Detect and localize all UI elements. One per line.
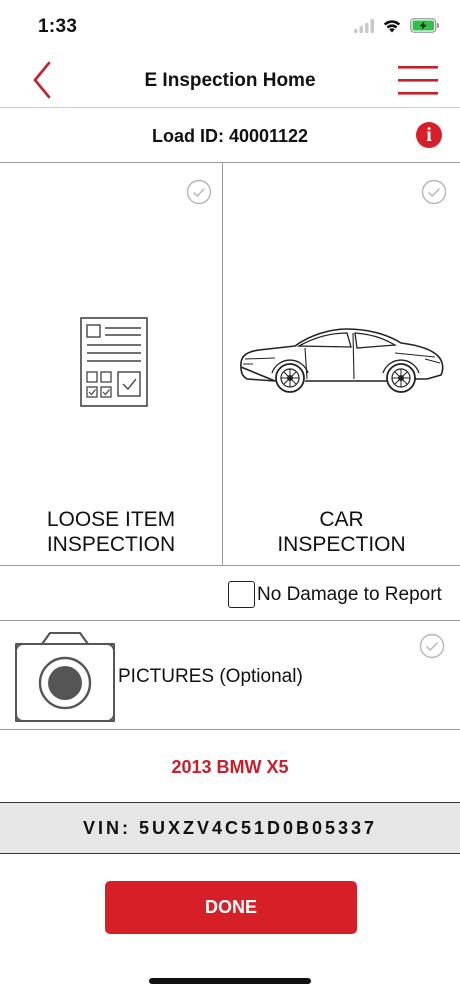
vehicle-row: 2013 BMW X5 xyxy=(0,730,460,802)
home-indicator[interactable] xyxy=(149,978,311,984)
check-circle-icon xyxy=(186,179,212,210)
status-icons xyxy=(354,18,440,33)
sedan-car-icon xyxy=(235,323,449,400)
done-button[interactable]: DONE xyxy=(105,881,357,934)
battery-charging-icon xyxy=(410,18,440,33)
tile-label-line1: LOOSE ITEM xyxy=(46,508,176,531)
status-bar: 1:33 xyxy=(0,0,460,56)
menu-button[interactable] xyxy=(396,62,442,100)
loose-item-inspection-tile[interactable]: LOOSE ITEM INSPECTION xyxy=(0,163,223,566)
no-damage-checkbox[interactable] xyxy=(228,581,255,608)
car-inspection-label: CAR INSPECTION xyxy=(223,507,460,557)
wifi-icon xyxy=(382,18,402,33)
nav-bar: E Inspection Home xyxy=(0,56,460,108)
status-time: 1:33 xyxy=(38,16,78,37)
check-circle-icon xyxy=(419,633,445,664)
tile-label-line1: CAR xyxy=(319,508,364,531)
load-id-row: Load ID: 40001122 i xyxy=(0,108,460,163)
pictures-label: PICTURES (Optional) xyxy=(118,666,303,687)
inspection-tiles: LOOSE ITEM INSPECTION CAR INSPECTION xyxy=(0,163,460,566)
vin-label: VIN: 5UXZV4C51D0B05337 xyxy=(82,818,378,838)
signal-icon xyxy=(354,18,374,33)
vehicle-name: 2013 BMW X5 xyxy=(171,757,289,777)
no-damage-label[interactable]: No Damage to Report xyxy=(257,584,442,606)
no-damage-row: No Damage to Report xyxy=(0,566,460,621)
loose-item-inspection-label: LOOSE ITEM INSPECTION xyxy=(0,507,222,557)
hamburger-menu-icon xyxy=(396,66,442,104)
pictures-row[interactable]: PICTURES (Optional) xyxy=(0,621,460,730)
car-inspection-tile[interactable]: CAR INSPECTION xyxy=(223,163,460,566)
info-icon[interactable]: i xyxy=(416,122,442,148)
tile-label-line2: INSPECTION xyxy=(277,533,406,556)
vin-bar: VIN: 5UXZV4C51D0B05337 xyxy=(0,802,460,854)
camera-icon xyxy=(12,628,118,728)
page-title: E Inspection Home xyxy=(144,70,316,91)
tile-label-line2: INSPECTION xyxy=(46,533,176,556)
load-id-label: Load ID: 40001122 xyxy=(151,126,309,146)
checklist-document-icon xyxy=(80,317,148,412)
check-circle-icon xyxy=(421,179,447,210)
